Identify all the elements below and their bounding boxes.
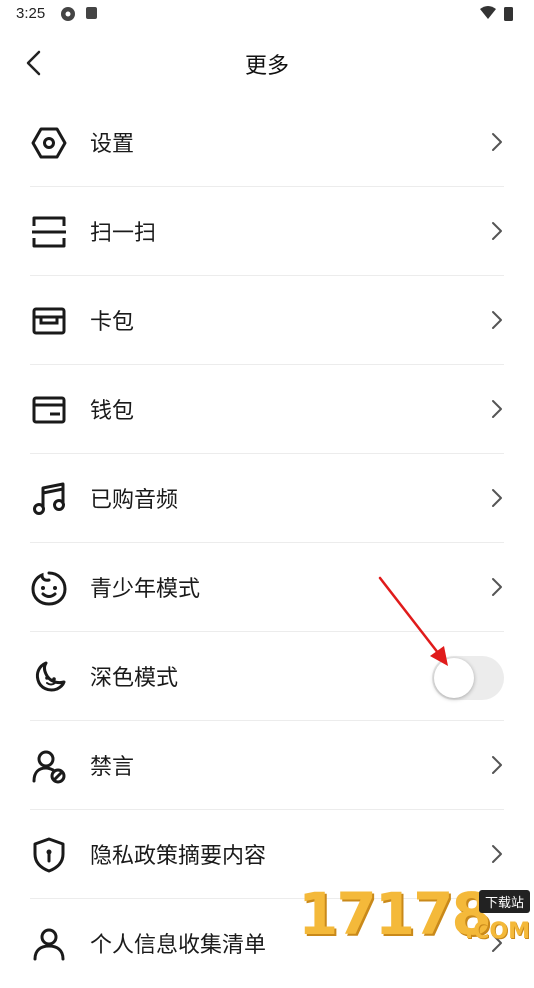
menu-item-purchased-audio[interactable]: 已购音频 xyxy=(0,454,534,543)
menu-item-label: 青少年模式 xyxy=(90,577,201,602)
chevron-right-icon xyxy=(492,400,502,418)
card-wallet-icon xyxy=(32,307,66,335)
chevron-right-icon xyxy=(492,311,502,329)
header: 更多 xyxy=(0,36,534,88)
menu-item-label: 已购音频 xyxy=(90,488,179,513)
app-notification-icon xyxy=(61,7,75,21)
menu-item-mute[interactable]: 禁言 xyxy=(0,721,534,810)
menu-item-label: 扫一扫 xyxy=(90,221,157,246)
music-note-icon xyxy=(33,482,65,515)
wifi-battery-icon xyxy=(480,6,513,21)
watermark-logo: 17178 下载站 .COM xyxy=(298,880,530,950)
status-bar: 3:25 xyxy=(0,0,534,28)
menu-item-card-pack[interactable]: 卡包 xyxy=(0,276,534,365)
hexagon-settings-icon xyxy=(31,127,67,159)
menu-item-label: 隐私政策摘要内容 xyxy=(90,844,267,869)
watermark-tag: 下载站 xyxy=(478,890,530,913)
smiley-face-icon xyxy=(31,571,67,606)
menu-item-label: 个人信息收集清单 xyxy=(90,933,267,958)
menu-item-wallet[interactable]: 钱包 xyxy=(0,365,534,454)
notification-badge-icon xyxy=(86,7,97,19)
menu-item-label: 卡包 xyxy=(90,310,135,335)
chevron-right-icon xyxy=(492,133,502,151)
menu-item-scan[interactable]: 扫一扫 xyxy=(0,187,534,276)
chevron-right-icon xyxy=(492,845,502,863)
menu-list: 设置 扫一扫 卡包 钱包 已购音频 青少年模式 深色模式 禁言 隐私政策摘要内容… xyxy=(0,98,534,988)
menu-item-label: 钱包 xyxy=(90,399,135,424)
scan-icon xyxy=(32,216,66,248)
menu-item-label: 深色模式 xyxy=(90,666,179,691)
chevron-right-icon xyxy=(492,578,502,596)
annotation-arrow-icon xyxy=(378,576,448,666)
chevron-right-icon xyxy=(492,222,502,240)
wallet-icon xyxy=(32,396,66,424)
chevron-right-icon xyxy=(492,756,502,774)
user-icon xyxy=(33,928,65,961)
moon-icon xyxy=(35,661,66,692)
shield-icon xyxy=(33,837,65,873)
menu-item-settings[interactable]: 设置 xyxy=(0,98,534,187)
status-time: 3:25 xyxy=(16,5,46,22)
menu-item-label: 禁言 xyxy=(90,755,135,780)
page-title: 更多 xyxy=(244,54,289,79)
user-mute-icon xyxy=(32,750,66,784)
chevron-right-icon xyxy=(492,489,502,507)
menu-item-label: 设置 xyxy=(90,132,135,157)
watermark-digits: 17178 xyxy=(298,880,492,948)
watermark-suffix: .COM xyxy=(464,919,530,944)
